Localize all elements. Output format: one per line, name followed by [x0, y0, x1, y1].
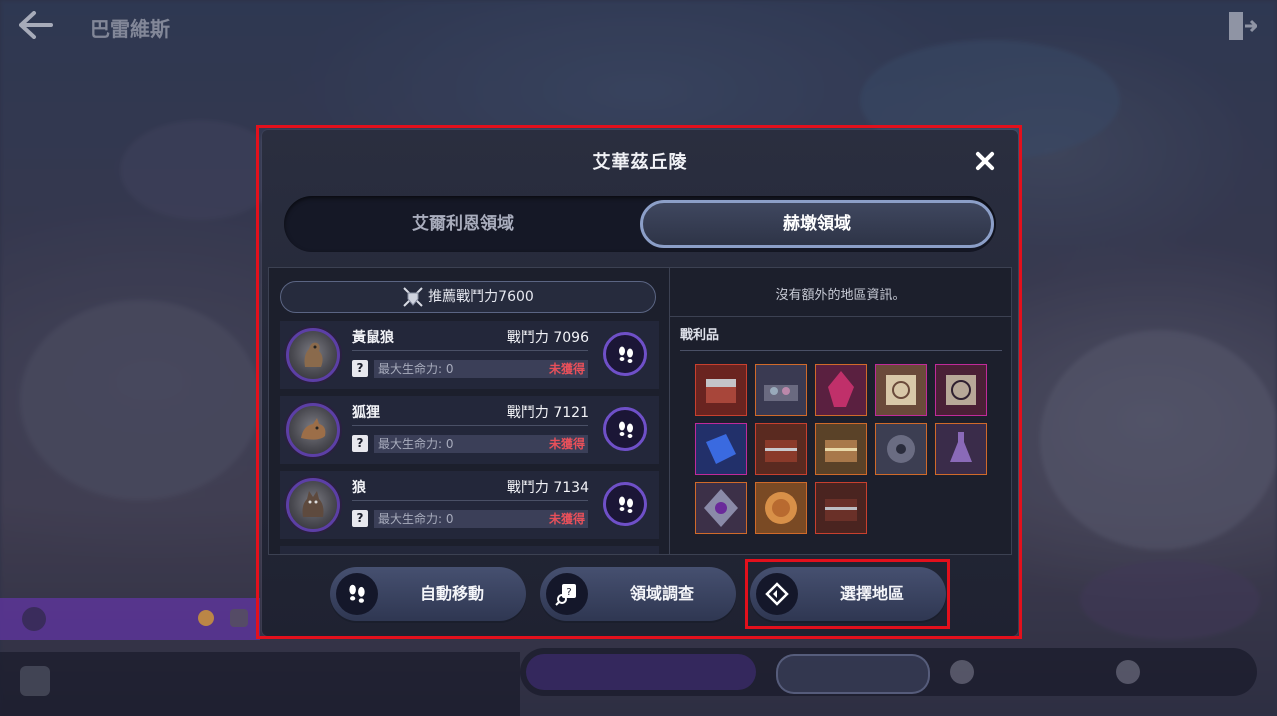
dark-chest-icon[interactable] [815, 482, 867, 534]
menu-icon [1116, 660, 1140, 684]
svg-text:?: ? [566, 587, 571, 598]
bottom-menu-bar [520, 648, 1257, 696]
monster-power: 戰鬥力 7121 [506, 405, 589, 421]
hp-bar: 最大生命力: 0 未獲得 [374, 360, 588, 378]
region-info-panel: 沒有額外的地區資訊。 戰利品 [670, 268, 1011, 554]
red-chest-icon[interactable] [695, 364, 747, 416]
monster-max-hp: 最大生命力: 0 [378, 512, 454, 526]
monster-row: 狼 戰鬥力 7134 ? 最大生命力: 0 未獲得 [280, 471, 659, 539]
monster-power: 戰鬥力 7134 [506, 480, 589, 496]
footsteps-icon [619, 496, 633, 513]
shield-swords-icon [402, 286, 424, 308]
quest-icon [22, 607, 46, 631]
tab-hedun-territory[interactable]: 赫墩領域 [640, 200, 994, 248]
fox-icon [286, 403, 340, 457]
footsteps-icon [336, 573, 378, 615]
territory-investigate-button[interactable]: ? 領域調查 [540, 567, 736, 621]
gold-coin-icon[interactable] [755, 482, 807, 534]
red-crystal-icon[interactable] [815, 364, 867, 416]
menu-icon [950, 660, 974, 684]
unknown-item-icon: ? [352, 435, 368, 452]
auto-move-to-monster-button[interactable] [603, 332, 647, 376]
monster-power: 戰鬥力 7096 [506, 330, 589, 346]
chat-panel [0, 652, 520, 716]
divider [352, 350, 588, 351]
exit-door-icon[interactable] [1227, 10, 1259, 42]
monster-name: 狼 [352, 480, 366, 496]
monster-max-hp: 最大生命力: 0 [378, 362, 454, 376]
edit-icon [230, 609, 248, 627]
select-region-button[interactable]: 選擇地區 [750, 567, 946, 621]
coin-icon [198, 610, 214, 626]
auto-move-button[interactable]: 自動移動 [330, 567, 526, 621]
territory-tabs: 艾爾利恩領域 赫墩領域 [284, 196, 996, 252]
territory-investigate-label: 領域調查 [629, 584, 694, 603]
divider [352, 425, 588, 426]
region-info-text: 沒有額外的地區資訊。 [775, 288, 906, 303]
gold-chest-icon[interactable] [815, 423, 867, 475]
auto-move-label: 自動移動 [419, 584, 484, 603]
potion-icon[interactable] [935, 423, 987, 475]
monster-row: 狐狸 戰鬥力 7121 ? 最大生命力: 0 未獲得 [280, 396, 659, 464]
chat-icon [20, 666, 50, 696]
monster-status: 未獲得 [548, 362, 585, 376]
magic-scroll-icon[interactable] [935, 364, 987, 416]
scroll-icon[interactable] [875, 364, 927, 416]
content-area: 推薦戰鬥力7600 黃鼠狼 戰鬥力 7096 ? 最大生命力: 0 未獲得 狐狸… [268, 267, 1012, 555]
top-bar: 巴雷維斯 [0, 0, 1277, 56]
chest-icon[interactable] [755, 423, 807, 475]
tab-elrien-territory[interactable]: 艾爾利恩領域 [286, 200, 640, 248]
quest-tracker-strip [0, 598, 260, 640]
menu-pill [776, 654, 930, 694]
back-arrow-icon[interactable] [18, 10, 58, 44]
blue-crystal-icon[interactable] [695, 423, 747, 475]
wolf-icon [286, 478, 340, 532]
auto-toggle-pill [526, 654, 756, 690]
weasel-icon [286, 328, 340, 382]
monster-name: 黃鼠狼 [352, 330, 394, 346]
divider [680, 350, 1002, 351]
close-icon[interactable] [970, 146, 1000, 176]
gem-box-icon[interactable] [755, 364, 807, 416]
emblem-icon[interactable] [695, 482, 747, 534]
recommended-power-banner: 推薦戰鬥力7600 [280, 281, 656, 313]
auto-move-to-monster-button[interactable] [603, 407, 647, 451]
footsteps-icon [619, 421, 633, 438]
monster-row: 黃鼠狼 戰鬥力 7096 ? 最大生命力: 0 未獲得 [280, 321, 659, 389]
monster-name: 狐狸 [352, 405, 380, 421]
monster-status: 未獲得 [548, 437, 585, 451]
modal-title: 艾華茲丘陵 [592, 152, 688, 173]
hp-bar: 最大生命力: 0 未獲得 [374, 510, 588, 528]
investigate-icon: ? [546, 573, 588, 615]
monster-max-hp: 最大生命力: 0 [378, 437, 454, 451]
auto-move-to-monster-button[interactable] [603, 482, 647, 526]
region-info-modal: 艾華茲丘陵 艾爾利恩領域 赫墩領域 推薦戰鬥力7600 黃鼠狼 戰鬥力 7096… [262, 130, 1018, 636]
hp-bar: 最大生命力: 0 未獲得 [374, 435, 588, 453]
unknown-item-icon: ? [352, 360, 368, 377]
monster-status: 未獲得 [548, 512, 585, 526]
loot-title: 戰利品 [680, 328, 720, 343]
region-select-icon [756, 573, 798, 615]
divider [352, 500, 588, 501]
divider [670, 316, 1011, 317]
monster-row-partial [280, 546, 659, 554]
monster-list-panel: 推薦戰鬥力7600 黃鼠狼 戰鬥力 7096 ? 最大生命力: 0 未獲得 狐狸… [269, 268, 670, 554]
recommended-power-text: 推薦戰鬥力7600 [428, 289, 534, 305]
wheel-icon[interactable] [875, 423, 927, 475]
footsteps-icon [619, 346, 633, 363]
unknown-item-icon: ? [352, 510, 368, 527]
screen-title: 巴雷維斯 [90, 17, 170, 41]
select-region-label: 選擇地區 [839, 584, 904, 603]
